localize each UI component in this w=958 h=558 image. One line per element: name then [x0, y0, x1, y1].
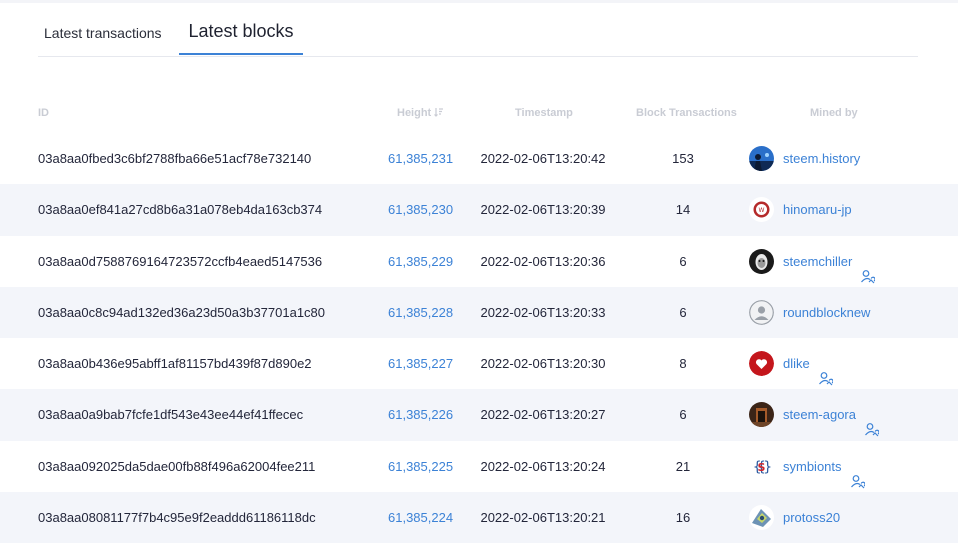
block-id: 03a8aa092025da5dae00fb88f496a62004fee211	[38, 458, 316, 474]
block-timestamp: 2022-02-06T13:20:21	[480, 510, 606, 526]
table-row: 03a8aa0b436e95abff1af81157bd439f87d890e2…	[0, 338, 958, 389]
witness-proxy-icon	[864, 407, 880, 437]
block-transaction-count: 14	[675, 202, 691, 218]
column-header-block-transactions: Block Transactions	[636, 107, 737, 119]
block-timestamp: 2022-02-06T13:20:36	[480, 253, 606, 269]
blockchain-explorer-page: Latest transactions Latest blocks ID Hei…	[0, 0, 958, 558]
symbionts-avatar-icon[interactable]: {{} S	[749, 453, 774, 479]
block-height-link[interactable]: 61,385,224	[388, 492, 453, 543]
steem-agora-avatar-icon[interactable]	[749, 402, 774, 428]
table-row: 03a8aa0ef841a27cd8b6a31a078eb4da163cb374…	[0, 184, 958, 236]
block-timestamp: 2022-02-06T13:20:27	[480, 407, 606, 423]
block-transaction-count: 153	[672, 151, 694, 166]
block-timestamp: 2022-02-06T13:20:24	[480, 458, 606, 474]
block-transaction-count: 6	[679, 304, 687, 320]
steemchiller-avatar-icon[interactable]	[749, 248, 774, 274]
block-height-link[interactable]: 61,385,225	[388, 441, 453, 492]
table-header: ID Height Timestamp Block Transactions M…	[0, 103, 958, 125]
block-id: 03a8aa0d7588769164723572ccfb4eaed5147536	[38, 253, 323, 269]
blocks-table-body: 03a8aa0fbed3c6bf2788fba66e51acf78e732140…	[0, 133, 958, 544]
miner-name-link[interactable]: dlike	[783, 338, 810, 389]
block-timestamp: 2022-02-06T13:20:33	[480, 304, 606, 320]
block-timestamp: 2022-02-06T13:20:42	[480, 151, 606, 166]
default-user-avatar-icon[interactable]	[749, 299, 774, 325]
table-row: 03a8aa092025da5dae00fb88f496a62004fee211…	[0, 441, 958, 492]
block-id: 03a8aa0c8c94ad132ed36a23d50a3b37701a1c80	[38, 304, 326, 320]
block-id: 03a8aa0a9bab7fcfe1df543e43ee44ef41ffecec	[38, 407, 304, 423]
block-transaction-count: 8	[679, 356, 687, 372]
block-id: 03a8aa08081177f7b4c95e9f2eaddd61186118dc	[38, 510, 316, 526]
dlike-heart-avatar-icon[interactable]	[749, 351, 774, 377]
block-height-link[interactable]: 61,385,229	[388, 236, 453, 287]
miner-name-link[interactable]: hinomaru-jp	[783, 184, 852, 235]
block-height-link[interactable]: 61,385,227	[388, 338, 453, 389]
top-strip	[0, 0, 958, 3]
witness-proxy-icon	[850, 459, 866, 489]
miner-name-link[interactable]: steem-agora	[783, 389, 856, 440]
miner-name-link[interactable]: roundblocknew	[783, 287, 870, 338]
miner-name-link[interactable]: symbionts	[783, 441, 842, 492]
block-height-link[interactable]: 61,385,231	[388, 133, 453, 184]
block-transaction-count: 16	[675, 510, 691, 526]
block-id: 03a8aa0fbed3c6bf2788fba66e51acf78e732140	[38, 151, 312, 166]
table-row: 03a8aa08081177f7b4c95e9f2eaddd61186118dc…	[0, 492, 958, 544]
column-header-height[interactable]: Height	[397, 107, 444, 119]
tab-latest-transactions[interactable]: Latest transactions	[44, 25, 162, 56]
block-height-link[interactable]: 61,385,228	[388, 287, 453, 338]
table-row: 03a8aa0fbed3c6bf2788fba66e51acf78e732140…	[0, 133, 958, 184]
block-transaction-count: 6	[679, 253, 687, 269]
block-id: 03a8aa0ef841a27cd8b6a31a078eb4da163cb374	[38, 202, 323, 218]
miner-name-link[interactable]: protoss20	[783, 492, 840, 543]
block-transaction-count: 21	[675, 458, 691, 474]
table-row: 03a8aa0c8c94ad132ed36a23d50a3b37701a1c80…	[0, 286, 958, 339]
tab-latest-blocks[interactable]: Latest blocks	[179, 14, 303, 55]
table-row: 03a8aa0a9bab7fcfe1df543e43ee44ef41ffecec…	[0, 389, 958, 441]
block-transaction-count: 6	[679, 407, 687, 423]
witness-proxy-icon	[860, 254, 876, 284]
column-header-timestamp: Timestamp	[515, 107, 573, 119]
block-height-link[interactable]: 61,385,230	[388, 184, 453, 235]
steem-history-avatar-icon[interactable]	[749, 146, 774, 171]
block-height-link[interactable]: 61,385,226	[388, 389, 453, 440]
witness-proxy-icon	[818, 356, 834, 386]
hinomaru-jp-avatar-icon[interactable]: W	[749, 197, 774, 223]
column-header-mined-by: Mined by	[810, 107, 858, 119]
block-timestamp: 2022-02-06T13:20:39	[480, 202, 606, 218]
table-row: 03a8aa0d7588769164723572ccfb4eaed5147536…	[0, 236, 958, 287]
tab-bar: Latest transactions Latest blocks	[38, 14, 918, 57]
miner-name-link[interactable]: steem.history	[783, 133, 860, 184]
svg-text:S: S	[758, 461, 766, 474]
block-id: 03a8aa0b436e95abff1af81157bd439f87d890e2	[38, 356, 312, 372]
svg-text:W: W	[759, 207, 765, 214]
protoss20-avatar-icon[interactable]	[749, 505, 774, 531]
sort-icon[interactable]	[434, 107, 444, 117]
block-timestamp: 2022-02-06T13:20:30	[480, 356, 606, 372]
column-header-id: ID	[38, 107, 49, 119]
column-header-height-label: Height	[397, 107, 432, 119]
miner-name-link[interactable]: steemchiller	[783, 236, 852, 287]
